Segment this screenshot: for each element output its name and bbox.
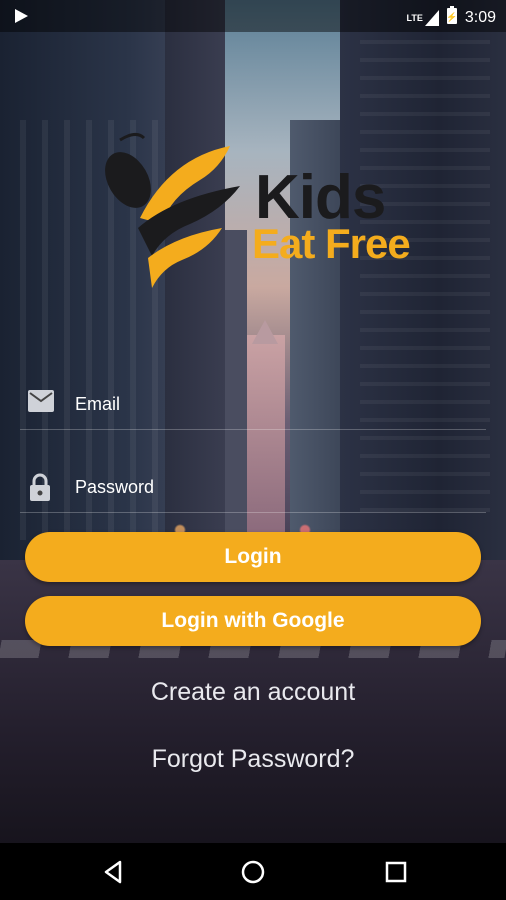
password-label: Password [75, 477, 155, 497]
back-icon[interactable] [98, 857, 128, 887]
home-icon[interactable] [238, 857, 268, 887]
login-button[interactable]: Login [25, 532, 481, 582]
app-logo: Kids Eat Free [100, 128, 430, 298]
logo-word-eat-free: Eat Free [252, 220, 411, 267]
lock-icon [28, 473, 54, 501]
play-store-icon [12, 7, 30, 30]
navigation-bar [0, 843, 506, 900]
create-account-link[interactable]: Create an account [0, 678, 506, 707]
lte-signal-icon: LTE [407, 9, 439, 26]
email-label: Email [75, 394, 121, 414]
forgot-password-link[interactable]: Forgot Password? [0, 745, 506, 774]
building-center-tower-top [252, 320, 278, 344]
email-underline [20, 429, 486, 430]
email-icon [28, 390, 54, 416]
svg-text:⚡: ⚡ [447, 11, 457, 23]
password-underline [20, 512, 486, 513]
bee-logo-icon [105, 133, 240, 288]
status-time: 3:09 [464, 8, 496, 26]
status-bar: LTE ⚡ 3:09 [0, 0, 506, 32]
recents-icon[interactable] [381, 857, 411, 887]
battery-icon: ⚡ [446, 6, 457, 29]
email-field[interactable]: Email [0, 372, 506, 432]
login-with-google-button[interactable]: Login with Google [25, 596, 481, 646]
password-field[interactable]: Password [0, 455, 506, 515]
